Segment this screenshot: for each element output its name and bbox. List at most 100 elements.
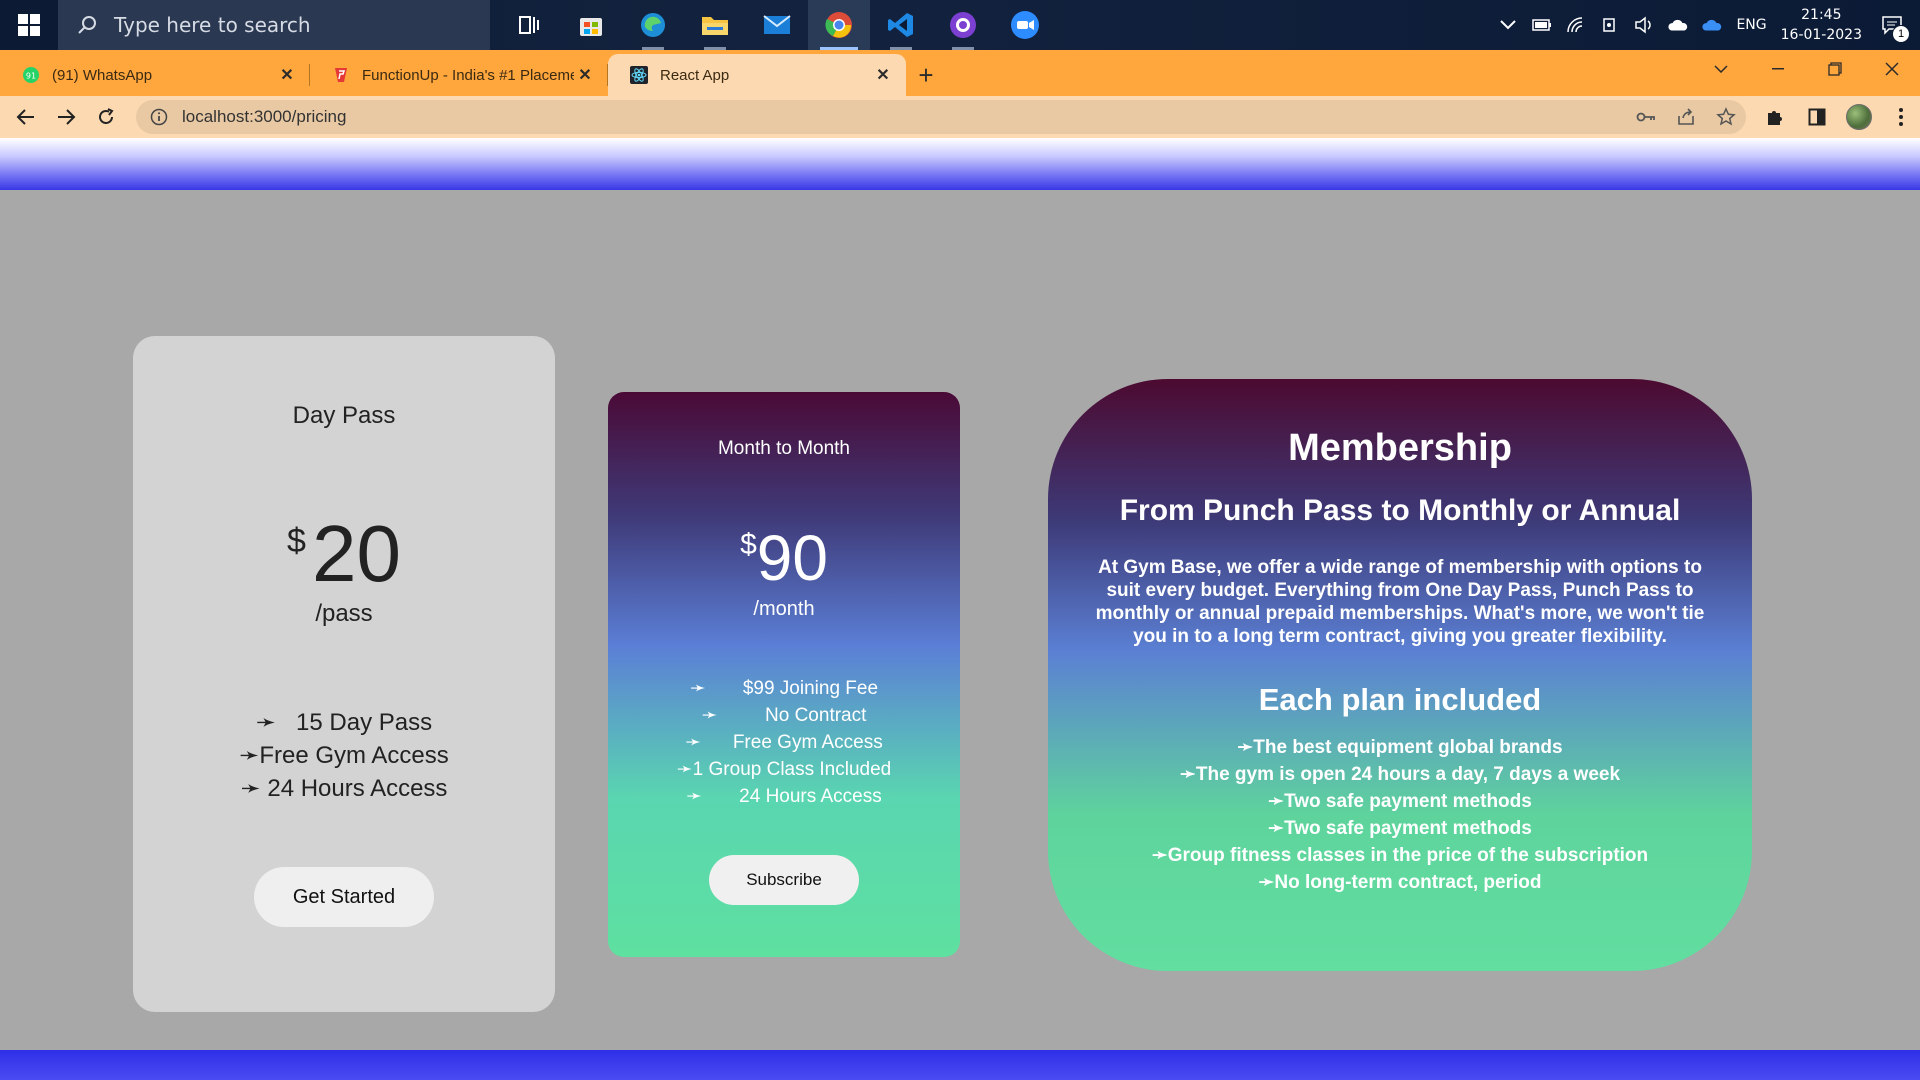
- tab-react-app[interactable]: React App ✕: [608, 54, 906, 96]
- language-indicator[interactable]: ENG: [1736, 17, 1766, 33]
- avatar: [1846, 104, 1872, 130]
- edge-icon: [641, 13, 665, 37]
- taskbar-zoom-app[interactable]: [994, 0, 1056, 50]
- get-started-button[interactable]: Get Started: [254, 867, 434, 927]
- onedrive-blue-icon[interactable]: [1702, 15, 1722, 35]
- taskbar-chrome-app[interactable]: [808, 0, 870, 50]
- membership-description: At Gym Base, we offer a wide range of me…: [1095, 557, 1705, 647]
- membership-card: Membership From Punch Pass to Monthly or…: [1048, 379, 1752, 971]
- taskbar-explorer-app[interactable]: [684, 0, 746, 50]
- react-icon: [630, 66, 648, 84]
- day-pass-card: Day Pass $ 20 /pass ➛ 15 Day Pass ➛Free …: [133, 336, 555, 1012]
- battery-icon[interactable]: [1532, 15, 1552, 35]
- list-item: ➛ $99 Joining Fee: [689, 678, 879, 699]
- plus-icon: +: [918, 59, 934, 90]
- profile-avatar[interactable]: [1840, 98, 1878, 136]
- search-icon: [78, 16, 96, 34]
- meet-now-icon[interactable]: [1600, 15, 1620, 35]
- browser-toolbar: localhost:3000/pricing: [0, 96, 1920, 138]
- chrome-menu-kebab-icon[interactable]: [1882, 98, 1920, 136]
- plan-title: Month to Month: [717, 438, 851, 459]
- folder-icon: [702, 17, 728, 35]
- list-item: ➛Group fitness classes in the price of t…: [1151, 845, 1649, 866]
- forward-button[interactable]: [46, 97, 86, 137]
- tab-title: React App: [660, 66, 730, 84]
- back-button[interactable]: [6, 97, 46, 137]
- list-item: ➛ No Contract: [701, 705, 867, 726]
- clock-date: 16-01-2023: [1780, 27, 1862, 43]
- back-arrow-icon: [16, 109, 34, 125]
- reload-button[interactable]: [86, 97, 126, 137]
- tab-close-icon[interactable]: ✕: [574, 64, 596, 86]
- price-amount: 20: [311, 509, 401, 598]
- feature-list: ➛ $99 Joining Fee ➛ No Contract ➛ Free G…: [608, 675, 960, 810]
- windows-taskbar: Type here to search ENG 21:45 16-01-2023…: [0, 0, 1920, 50]
- share-icon[interactable]: [1666, 100, 1706, 134]
- password-key-icon[interactable]: [1626, 100, 1666, 134]
- side-panel-icon[interactable]: [1798, 98, 1836, 136]
- tab-close-icon[interactable]: ✕: [872, 64, 894, 86]
- list-item: ➛ 24 Hours Access: [240, 775, 448, 802]
- taskbar-store-app[interactable]: [560, 0, 622, 50]
- address-bar-url[interactable]: localhost:3000/pricing: [182, 107, 1626, 127]
- list-item: ➛Free Gym Access: [239, 742, 449, 769]
- windows-logo-icon: [18, 14, 40, 36]
- wifi-icon[interactable]: [1566, 15, 1586, 35]
- whatsapp-icon: 91: [22, 66, 40, 84]
- taskbar-search-box[interactable]: Type here to search: [58, 0, 490, 50]
- bottom-gradient-band: [0, 1050, 1920, 1080]
- list-item: ➛The gym is open 24 hours a day, 7 days …: [1179, 764, 1621, 785]
- clock-time: 21:45: [1801, 7, 1842, 23]
- price-period: /month: [753, 598, 815, 620]
- price-period: /pass: [315, 600, 373, 627]
- microsoft-store-icon: [580, 18, 602, 36]
- notification-center-button[interactable]: 1: [1876, 9, 1910, 43]
- price-amount: 90: [756, 522, 828, 594]
- list-item: ➛Two safe payment methods: [1268, 791, 1532, 812]
- restore-button[interactable]: [1806, 50, 1863, 88]
- taskbar-vscode-app[interactable]: [870, 0, 932, 50]
- svg-text:91: 91: [26, 72, 36, 81]
- reload-icon: [99, 108, 114, 124]
- notification-badge: 1: [1892, 25, 1910, 43]
- tab-title: FunctionUp - India's #1 Placement: [362, 66, 574, 84]
- address-bar[interactable]: localhost:3000/pricing: [136, 100, 1746, 134]
- task-view-button[interactable]: [498, 0, 560, 50]
- list-item: ➛ 24 Hours Access: [686, 786, 882, 807]
- plan-price: $ 90: [608, 526, 960, 590]
- plan-title: Day Pass: [292, 402, 396, 429]
- forward-arrow-icon: [58, 109, 76, 125]
- github-desktop-icon: [950, 12, 976, 38]
- task-view-icon: [519, 16, 539, 34]
- vscode-icon: [888, 13, 913, 37]
- tab-close-icon[interactable]: ✕: [276, 64, 298, 86]
- membership-subtitle: From Punch Pass to Monthly or Annual: [1119, 494, 1681, 527]
- included-list: ➛The best equipment global brands ➛The g…: [1048, 734, 1752, 896]
- list-item: ➛No long-term contract, period: [1258, 872, 1542, 893]
- tab-search-chevron-icon[interactable]: [1692, 50, 1749, 88]
- tab-whatsapp[interactable]: 91 (91) WhatsApp ✕: [0, 54, 310, 96]
- show-hidden-icons-chevron-icon[interactable]: [1498, 15, 1518, 35]
- minimize-button[interactable]: [1749, 50, 1806, 88]
- top-gradient-band: [0, 138, 1920, 190]
- taskbar-mail-app[interactable]: [746, 0, 808, 50]
- windows-start-button[interactable]: [0, 0, 58, 50]
- subscribe-button[interactable]: Subscribe: [709, 855, 859, 905]
- onedrive-icon[interactable]: [1668, 15, 1688, 35]
- membership-title: Membership: [1288, 427, 1512, 469]
- zoom-icon: [1011, 11, 1039, 39]
- mail-icon: [763, 15, 791, 34]
- pricing-page: Day Pass $ 20 /pass ➛ 15 Day Pass ➛Free …: [0, 138, 1920, 1080]
- new-tab-button[interactable]: +: [906, 54, 946, 96]
- site-info-icon[interactable]: [150, 108, 168, 126]
- bookmark-star-icon[interactable]: [1706, 100, 1746, 134]
- close-window-button[interactable]: [1863, 50, 1920, 88]
- taskbar-edge-app[interactable]: [622, 0, 684, 50]
- tab-functionup[interactable]: FunctionUp - India's #1 Placement ✕: [310, 54, 608, 96]
- extensions-puzzle-icon[interactable]: [1756, 98, 1794, 136]
- plan-price: $ 20: [133, 514, 555, 594]
- tab-title: (91) WhatsApp: [52, 66, 153, 84]
- volume-icon[interactable]: [1634, 15, 1654, 35]
- taskbar-clock[interactable]: 21:45 16-01-2023: [1781, 5, 1862, 45]
- taskbar-github-app[interactable]: [932, 0, 994, 50]
